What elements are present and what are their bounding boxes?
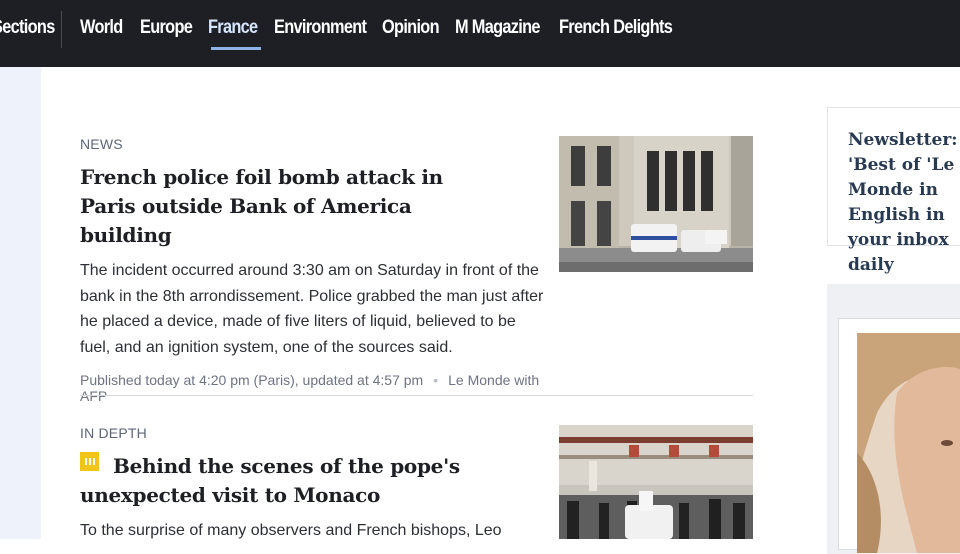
article-headline-wrap: Behind the scenes of the pope's unexpect…	[80, 452, 500, 510]
active-tab-underline	[211, 47, 261, 50]
top-nav-bar: Sections World Europe France Environment…	[0, 0, 960, 67]
advertisement-image[interactable]	[857, 333, 960, 553]
article-summary-text: The incident occurred around 3:30 am on …	[80, 262, 544, 356]
nav-item-environment[interactable]: Environment	[274, 17, 368, 39]
subscriber-badge-icon	[80, 452, 99, 471]
article-headline[interactable]: French police foil bomb attack in Paris …	[80, 163, 500, 250]
newsletter-text: Newsletter: 'Best of 'Le Monde in Englis…	[848, 128, 960, 278]
image-spacer	[547, 258, 753, 394]
nav-item-world[interactable]: World	[80, 17, 132, 39]
nav-item-m-magazine[interactable]: M Magazine	[455, 17, 545, 39]
left-margin-strip	[0, 67, 41, 539]
article-summary: The incident occurred around 3:30 am on …	[80, 258, 753, 360]
article-summary: To the surprise of many observers and Fr…	[80, 522, 502, 539]
article-separator	[80, 395, 753, 396]
article-headline[interactable]: Behind the scenes of the pope's unexpect…	[80, 454, 460, 507]
nav-items: World Europe France Environment Opinion …	[80, 17, 678, 39]
nav-item-french-delights[interactable]: French Delights	[559, 17, 673, 39]
article-image-bank-building[interactable]	[559, 136, 753, 272]
nav-divider	[61, 11, 62, 48]
nav-sections-label[interactable]: Sections	[0, 17, 55, 39]
nav-item-europe[interactable]: Europe	[140, 17, 199, 39]
meta-separator-dot: •	[433, 372, 439, 388]
nav-item-france[interactable]: France	[208, 17, 266, 39]
newsletter-promo[interactable]: Newsletter: 'Best of 'Le Monde in Englis…	[827, 107, 960, 275]
article-image-pope-visit[interactable]	[559, 425, 753, 539]
publish-time: Published today at 4:20 pm (Paris), upda…	[80, 372, 424, 388]
nav-item-opinion[interactable]: Opinion	[382, 17, 446, 39]
newsletter-label: Newsletter: 'Best of 'Le Monde in Englis…	[848, 130, 958, 275]
